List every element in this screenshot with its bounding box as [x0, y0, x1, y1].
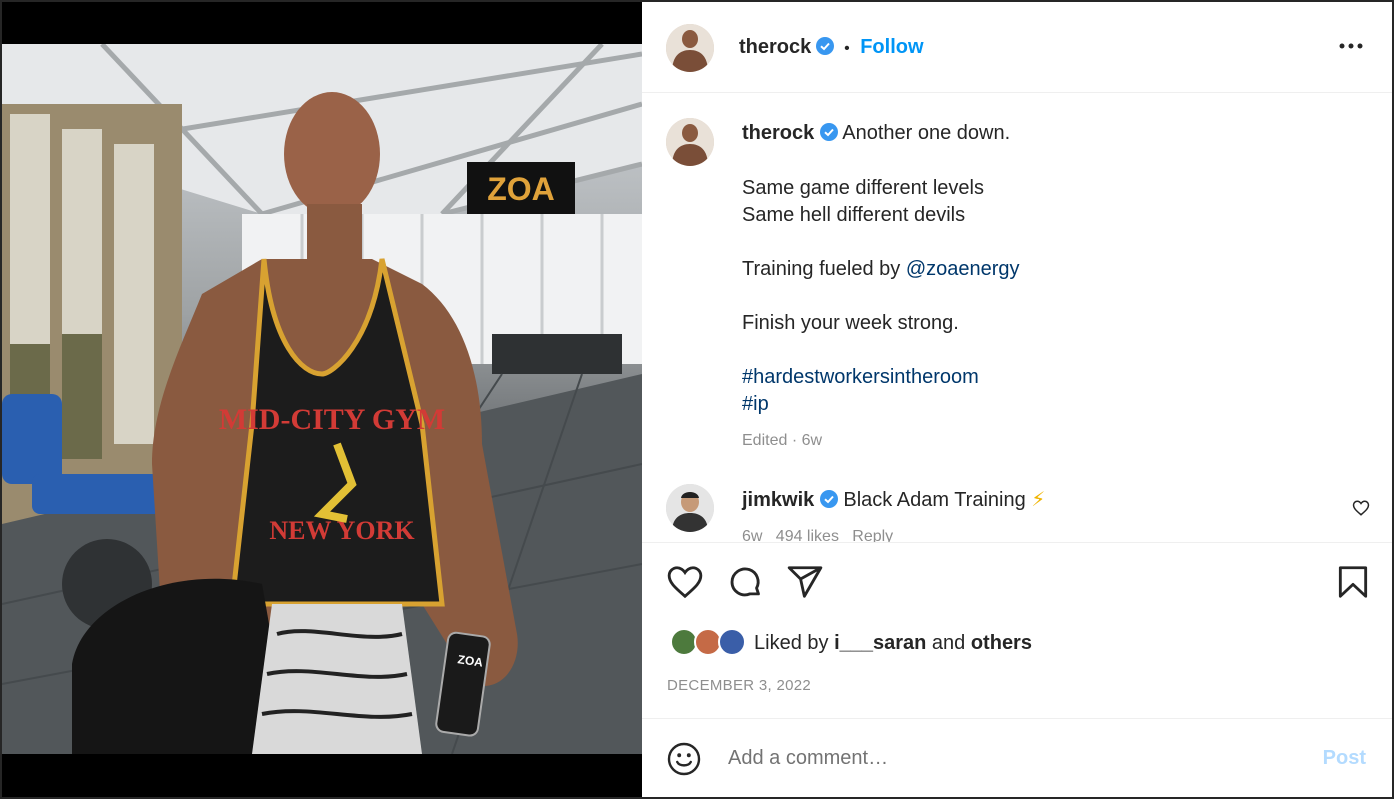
liker-avatar: [718, 628, 746, 656]
header-username[interactable]: therock: [739, 36, 811, 58]
post-comment-button[interactable]: Post: [1323, 747, 1366, 770]
liker-avatars[interactable]: [670, 628, 750, 658]
verified-icon: [819, 123, 838, 141]
caption-line: Training fueled by: [742, 258, 906, 280]
caption-line: Same game different levels: [742, 177, 984, 199]
post-modal: ZOA MID-CITY GYM NEW YORK ZOA therock • …: [0, 0, 1394, 799]
comments-section[interactable]: therock Another one down. Same game diff…: [642, 94, 1392, 542]
liked-by-prefix: Liked by: [754, 632, 835, 654]
verified-icon: [819, 490, 838, 508]
comment-input[interactable]: Add a comment…: [728, 747, 888, 770]
shirt-top-text: MID-CITY GYM: [219, 403, 445, 436]
liked-by-and: and: [926, 632, 971, 654]
liked-by-user[interactable]: i___saran: [834, 632, 926, 654]
post-side-panel: therock • Follow therock Another one dow…: [642, 2, 1392, 797]
caption-avatar[interactable]: [666, 118, 714, 166]
add-comment-bar: Add a comment… Post: [642, 718, 1392, 797]
liked-by-others[interactable]: others: [971, 632, 1032, 654]
gym-sign-text: ZOA: [487, 171, 555, 207]
more-options-icon[interactable]: [1338, 36, 1364, 56]
header-separator: •: [844, 40, 850, 57]
follow-button[interactable]: Follow: [860, 36, 923, 58]
caption-line: Another one down.: [842, 122, 1011, 144]
comment-item: jimkwik Black Adam Training ⚡: [742, 487, 1045, 514]
caption-meta: Edited · 6w: [742, 432, 823, 449]
mention-link[interactable]: @zoaenergy: [906, 258, 1020, 280]
caption-line: Finish your week strong.: [742, 312, 959, 334]
caption-line: Same hell different devils: [742, 204, 966, 226]
share-icon[interactable]: [786, 563, 824, 601]
post-header: therock • Follow: [642, 2, 1392, 93]
commenter-username[interactable]: jimkwik: [742, 489, 814, 511]
verified-icon: [815, 37, 834, 55]
comment-like-icon[interactable]: [1352, 499, 1370, 517]
bookmark-icon[interactable]: [1334, 563, 1372, 601]
header-author-row: therock • Follow: [739, 36, 924, 59]
caption-username[interactable]: therock: [742, 122, 814, 144]
hashtag-link[interactable]: #hardestworkersintheroom: [742, 364, 1342, 391]
emoji-icon[interactable]: [666, 741, 702, 777]
comment-meta: 6w 494 likes Reply: [742, 528, 894, 542]
heart-icon[interactable]: [666, 563, 704, 601]
photo-illustration: ZOA MID-CITY GYM NEW YORK ZOA: [2, 44, 642, 754]
liked-by-text: Liked by i___saran and others: [754, 632, 1032, 655]
author-avatar[interactable]: [666, 24, 714, 72]
comment-text: Black Adam Training: [843, 489, 1026, 511]
post-media[interactable]: ZOA MID-CITY GYM NEW YORK ZOA: [2, 2, 642, 797]
hashtag-link[interactable]: #ip: [742, 391, 1342, 418]
comment-icon[interactable]: [726, 563, 764, 601]
lightning-emoji: ⚡: [1031, 489, 1046, 511]
commenter-avatar[interactable]: [666, 484, 714, 532]
caption-block: therock Another one down. Same game diff…: [742, 120, 1342, 450]
post-date[interactable]: DECEMBER 3, 2022: [667, 677, 811, 694]
post-actions: Liked by i___saran and others DECEMBER 3…: [642, 542, 1392, 718]
post-photo: ZOA MID-CITY GYM NEW YORK ZOA: [2, 44, 642, 754]
